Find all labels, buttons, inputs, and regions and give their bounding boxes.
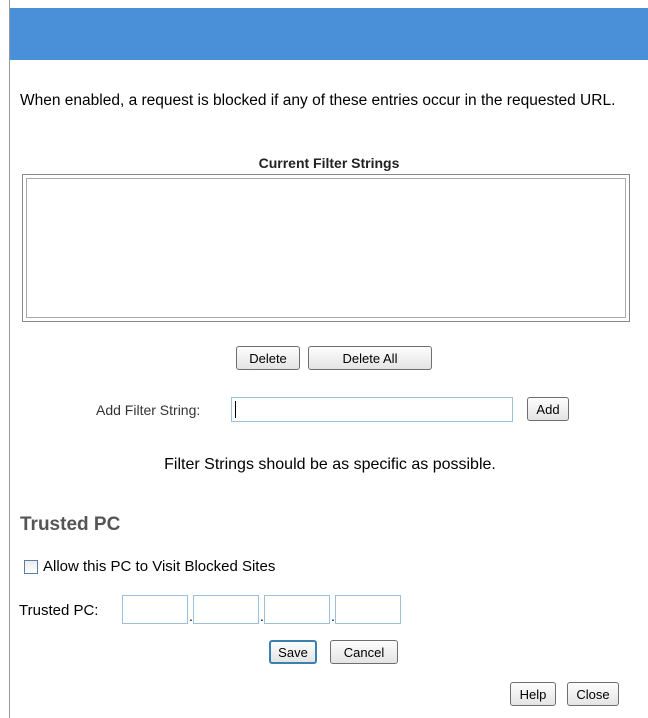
header-bar: [10, 8, 648, 60]
save-button[interactable]: Save: [269, 640, 317, 664]
trusted-pc-octet-4[interactable]: [335, 595, 401, 624]
help-button[interactable]: Help: [510, 682, 556, 706]
intro-text: When enabled, a request is blocked if an…: [20, 92, 616, 109]
trusted-pc-octet-3[interactable]: [264, 595, 330, 624]
trusted-pc-octet-1[interactable]: [122, 595, 188, 624]
trusted-pc-label: Trusted PC:: [19, 602, 99, 619]
add-button[interactable]: Add: [527, 397, 569, 421]
close-button[interactable]: Close: [567, 682, 619, 706]
cancel-button[interactable]: Cancel: [330, 640, 398, 664]
trusted-pc-section-title: Trusted PC: [20, 514, 121, 535]
add-filter-input[interactable]: [231, 397, 513, 422]
filter-hint: Filter Strings should be as specific as …: [164, 456, 496, 473]
delete-all-button[interactable]: Delete All: [308, 346, 432, 370]
left-border: [9, 0, 10, 718]
add-filter-label: Add Filter String:: [96, 402, 201, 418]
text-caret: [235, 401, 236, 418]
filter-strings-list[interactable]: [22, 174, 630, 322]
delete-button[interactable]: Delete: [236, 346, 300, 370]
filter-strings-list-inner: [26, 178, 626, 318]
allow-blocked-sites-checkbox[interactable]: [24, 560, 38, 574]
trusted-pc-octet-2[interactable]: [193, 595, 259, 624]
allow-blocked-sites-label: Allow this PC to Visit Blocked Sites: [43, 558, 276, 575]
filter-list-title: Current Filter Strings: [258, 155, 400, 171]
